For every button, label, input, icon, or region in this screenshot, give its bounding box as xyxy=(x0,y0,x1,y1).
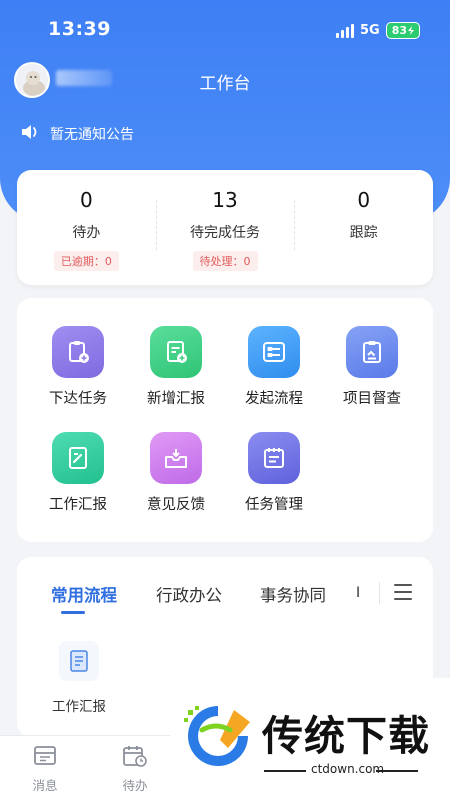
app-project-supervision[interactable]: 项目督查 xyxy=(323,326,421,408)
network-type: 5G xyxy=(359,23,380,38)
tab-collaboration[interactable]: 事务协同 xyxy=(260,582,326,606)
document-icon xyxy=(59,641,99,681)
stat-todo[interactable]: 0 待办 已逾期：0 xyxy=(17,170,156,285)
document-edit-icon xyxy=(52,432,104,484)
tab-divider xyxy=(379,582,380,604)
app-label: 下达任务 xyxy=(49,391,107,407)
tabbar-item-messages[interactable]: 消息 xyxy=(15,744,75,794)
tab-administration[interactable]: 行政办公 xyxy=(156,582,222,606)
tabbar-label: 待办 xyxy=(122,778,148,793)
notice-text: 暂无通知公告 xyxy=(50,127,134,143)
tab-overflow[interactable]: I xyxy=(356,585,360,601)
stat-value: 0 xyxy=(357,188,371,212)
app-feedback[interactable]: 意见反馈 xyxy=(127,432,225,514)
app-start-flow[interactable]: 发起流程 xyxy=(225,326,323,408)
stat-value: 0 xyxy=(79,188,93,212)
status-indicators: 5G 83 xyxy=(335,22,420,39)
status-bar: 13:39 5G 83 xyxy=(0,0,450,60)
app-label: 发起流程 xyxy=(245,391,303,407)
app-label: 新增汇报 xyxy=(147,391,205,407)
flow-icon xyxy=(248,326,300,378)
watermark-divider xyxy=(376,770,418,772)
battery-icon: 83 xyxy=(385,22,420,39)
stats-card: 0 待办 已逾期：0 13 待完成任务 待处理：0 0 跟踪 xyxy=(17,170,433,285)
app-label: 任务管理 xyxy=(245,497,303,513)
watermark-logo-icon xyxy=(180,700,256,780)
tabbar-item-todo[interactable]: 待办 xyxy=(105,744,165,794)
tabbar-label: 消息 xyxy=(32,778,58,793)
flow-item-label: 工作汇报 xyxy=(52,699,106,715)
menu-icon[interactable] xyxy=(394,584,412,600)
notice-bar[interactable]: 暂无通知公告 xyxy=(20,123,134,145)
app-work-report[interactable]: 工作汇报 xyxy=(29,432,127,514)
inbox-icon xyxy=(150,432,202,484)
tab-common-flows[interactable]: 常用流程 xyxy=(51,582,117,606)
app-new-report[interactable]: 新增汇报 xyxy=(127,326,225,408)
calendar-clock-icon xyxy=(121,744,149,771)
watermark-url: ctdown.com xyxy=(311,762,385,776)
stat-pending-tasks[interactable]: 13 待完成任务 待处理：0 xyxy=(155,170,295,285)
app-label: 工作汇报 xyxy=(49,497,107,513)
app-label: 项目督查 xyxy=(343,391,401,407)
app-label: 意见反馈 xyxy=(147,497,205,513)
apps-card: 下达任务 新增汇报 发起流程 项目督查 工作汇报 意见反馈 任务管理 xyxy=(17,298,433,542)
status-time: 13:39 xyxy=(48,18,111,40)
message-icon xyxy=(32,744,58,771)
stat-label: 待完成任务 xyxy=(190,225,260,241)
stat-label: 待办 xyxy=(72,225,101,241)
overdue-badge: 已逾期：0 xyxy=(53,251,119,271)
clipboard-check-icon xyxy=(346,326,398,378)
app-assign-task[interactable]: 下达任务 xyxy=(29,326,127,408)
stat-value: 13 xyxy=(212,188,238,212)
signal-icon xyxy=(335,23,354,38)
stat-tracking[interactable]: 0 跟踪 xyxy=(294,170,433,285)
watermark-divider xyxy=(264,770,306,772)
flow-tabs: 常用流程 行政办公 事务协同 I xyxy=(17,557,433,627)
speaker-icon xyxy=(20,123,40,145)
stat-label: 跟踪 xyxy=(349,225,378,241)
list-icon xyxy=(248,432,300,484)
document-add-icon xyxy=(150,326,202,378)
clipboard-add-icon xyxy=(52,326,104,378)
app-task-management[interactable]: 任务管理 xyxy=(225,432,323,514)
active-tab-indicator xyxy=(61,611,85,614)
watermark-text: 传统下载 xyxy=(262,712,430,760)
flow-item-work-report[interactable]: 工作汇报 xyxy=(47,641,111,715)
page-title: 工作台 xyxy=(199,74,251,94)
battery-level: 83 xyxy=(391,24,407,37)
pending-badge: 待处理：0 xyxy=(192,251,258,271)
